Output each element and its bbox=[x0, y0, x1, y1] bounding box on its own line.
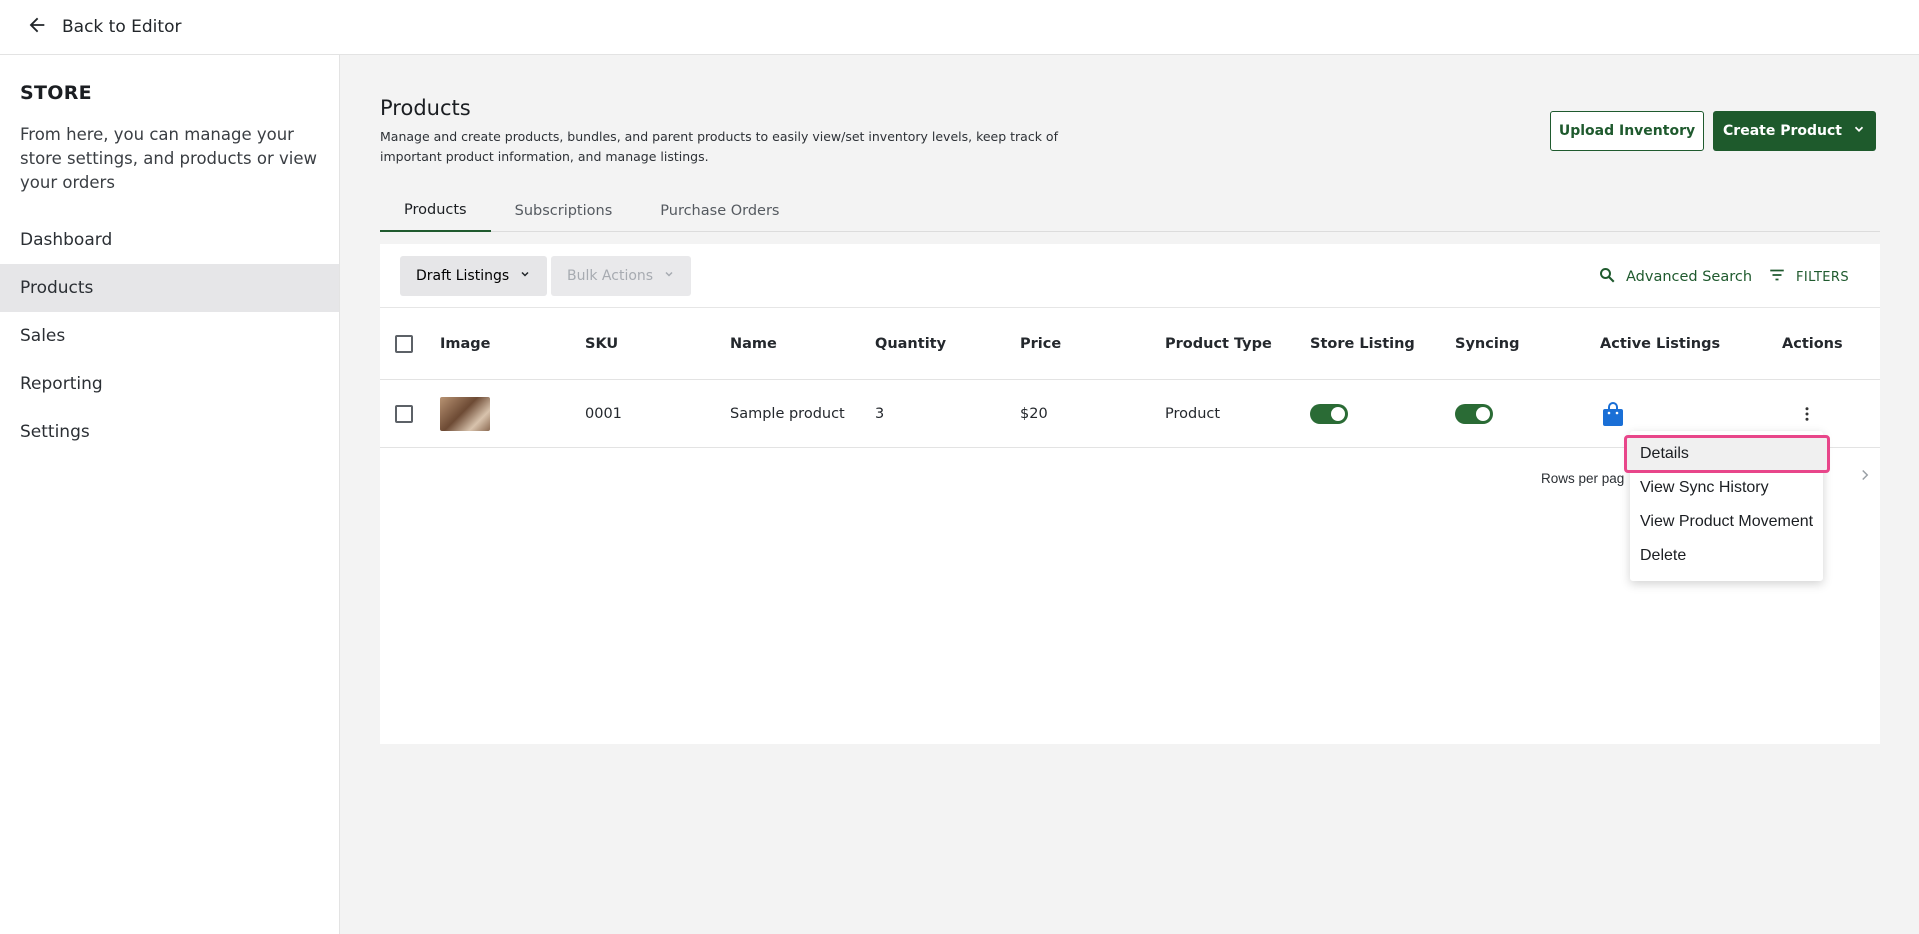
chevron-right-icon[interactable] bbox=[1856, 466, 1874, 488]
product-name: Sample product bbox=[730, 405, 845, 422]
tab-bar: Products Subscriptions Purchase Orders bbox=[380, 190, 1880, 232]
page-description: Manage and create products, bundles, and… bbox=[380, 129, 1058, 164]
draft-listings-dropdown[interactable]: Draft Listings bbox=[400, 256, 548, 296]
menu-item-view-sync-history[interactable]: View Sync History bbox=[1630, 471, 1823, 505]
column-header-active-listings: Active Listings bbox=[1600, 335, 1721, 352]
sidebar-item-reporting[interactable]: Reporting bbox=[0, 360, 339, 408]
sidebar-item-dashboard[interactable]: Dashboard bbox=[0, 216, 339, 264]
column-header-syncing: Syncing bbox=[1455, 335, 1520, 352]
table-toolbar: Draft Listings Bulk Actions Advanced Sea… bbox=[380, 244, 1880, 308]
tab-subscriptions[interactable]: Subscriptions bbox=[491, 190, 637, 232]
row-actions-menu: Details View Sync History View Product M… bbox=[1624, 431, 1830, 581]
upload-inventory-button[interactable]: Upload Inventory bbox=[1550, 111, 1704, 151]
row-checkbox[interactable] bbox=[395, 404, 413, 423]
advanced-search-label: Advanced Search bbox=[1626, 269, 1753, 285]
column-header-name: Name bbox=[730, 335, 777, 352]
product-sku: 0001 bbox=[585, 405, 622, 422]
column-header-price: Price bbox=[1020, 335, 1062, 352]
arrow-left-icon bbox=[26, 14, 48, 41]
tab-products[interactable]: Products bbox=[380, 190, 491, 232]
syncing-toggle[interactable] bbox=[1455, 403, 1493, 424]
product-quantity: 3 bbox=[875, 405, 885, 422]
column-header-quantity: Quantity bbox=[875, 335, 947, 352]
filters-button[interactable]: FILTERS bbox=[1768, 266, 1849, 288]
sidebar-item-settings[interactable]: Settings bbox=[0, 408, 339, 456]
row-select-cell bbox=[395, 380, 413, 447]
product-thumbnail[interactable] bbox=[440, 396, 490, 431]
menu-item-details[interactable]: Details bbox=[1624, 435, 1830, 473]
filters-label: FILTERS bbox=[1796, 269, 1850, 285]
back-to-editor-button[interactable]: Back to Editor bbox=[26, 14, 181, 41]
sidebar-item-sales[interactable]: Sales bbox=[0, 312, 339, 360]
advanced-search-button[interactable]: Advanced Search bbox=[1598, 266, 1752, 288]
column-header-product-type: Product Type bbox=[1165, 335, 1272, 352]
product-price: $20 bbox=[1020, 405, 1048, 422]
column-header-actions: Actions bbox=[1782, 335, 1843, 352]
syncing-cell bbox=[1455, 380, 1493, 447]
sidebar: STORE From here, you can manage your sto… bbox=[0, 55, 340, 934]
back-to-editor-label: Back to Editor bbox=[62, 17, 182, 37]
select-all-checkbox[interactable] bbox=[395, 334, 413, 353]
filter-icon bbox=[1768, 266, 1786, 288]
top-bar: Back to Editor bbox=[0, 0, 1919, 55]
chevron-down-icon bbox=[519, 268, 531, 284]
store-listing-toggle[interactable] bbox=[1310, 403, 1348, 424]
menu-item-view-product-movement[interactable]: View Product Movement bbox=[1630, 505, 1823, 539]
product-image-cell bbox=[440, 380, 490, 447]
product-type: Product bbox=[1165, 405, 1221, 422]
create-product-label: Create Product bbox=[1723, 123, 1842, 139]
bulk-actions-label: Bulk Actions bbox=[567, 268, 654, 284]
table-header: Image SKU Name Quantity Price Product Ty… bbox=[380, 308, 1880, 380]
create-product-button[interactable]: Create Product bbox=[1713, 111, 1876, 151]
select-all-cell bbox=[395, 308, 413, 379]
rows-per-page-label: Rows per pag bbox=[1541, 471, 1625, 486]
sidebar-title: STORE bbox=[20, 82, 92, 104]
sidebar-item-products[interactable]: Products bbox=[0, 264, 339, 312]
column-header-image: Image bbox=[440, 335, 491, 352]
draft-listings-label: Draft Listings bbox=[416, 268, 510, 284]
sidebar-nav: Dashboard Products Sales Reporting Setti… bbox=[0, 216, 339, 456]
menu-item-delete[interactable]: Delete bbox=[1630, 539, 1823, 573]
chevron-down-icon bbox=[663, 268, 675, 284]
tab-purchase-orders[interactable]: Purchase Orders bbox=[636, 190, 803, 232]
search-icon bbox=[1598, 266, 1616, 288]
shopping-bag-icon[interactable] bbox=[1602, 380, 1624, 447]
sidebar-description: From here, you can manage your store set… bbox=[20, 125, 317, 192]
chevron-down-icon bbox=[1852, 122, 1866, 140]
store-listing-cell bbox=[1310, 380, 1348, 447]
column-header-sku: SKU bbox=[585, 335, 619, 352]
column-header-store-listing: Store Listing bbox=[1310, 335, 1415, 352]
bulk-actions-dropdown[interactable]: Bulk Actions bbox=[551, 256, 692, 296]
page-title: Products bbox=[380, 96, 471, 120]
